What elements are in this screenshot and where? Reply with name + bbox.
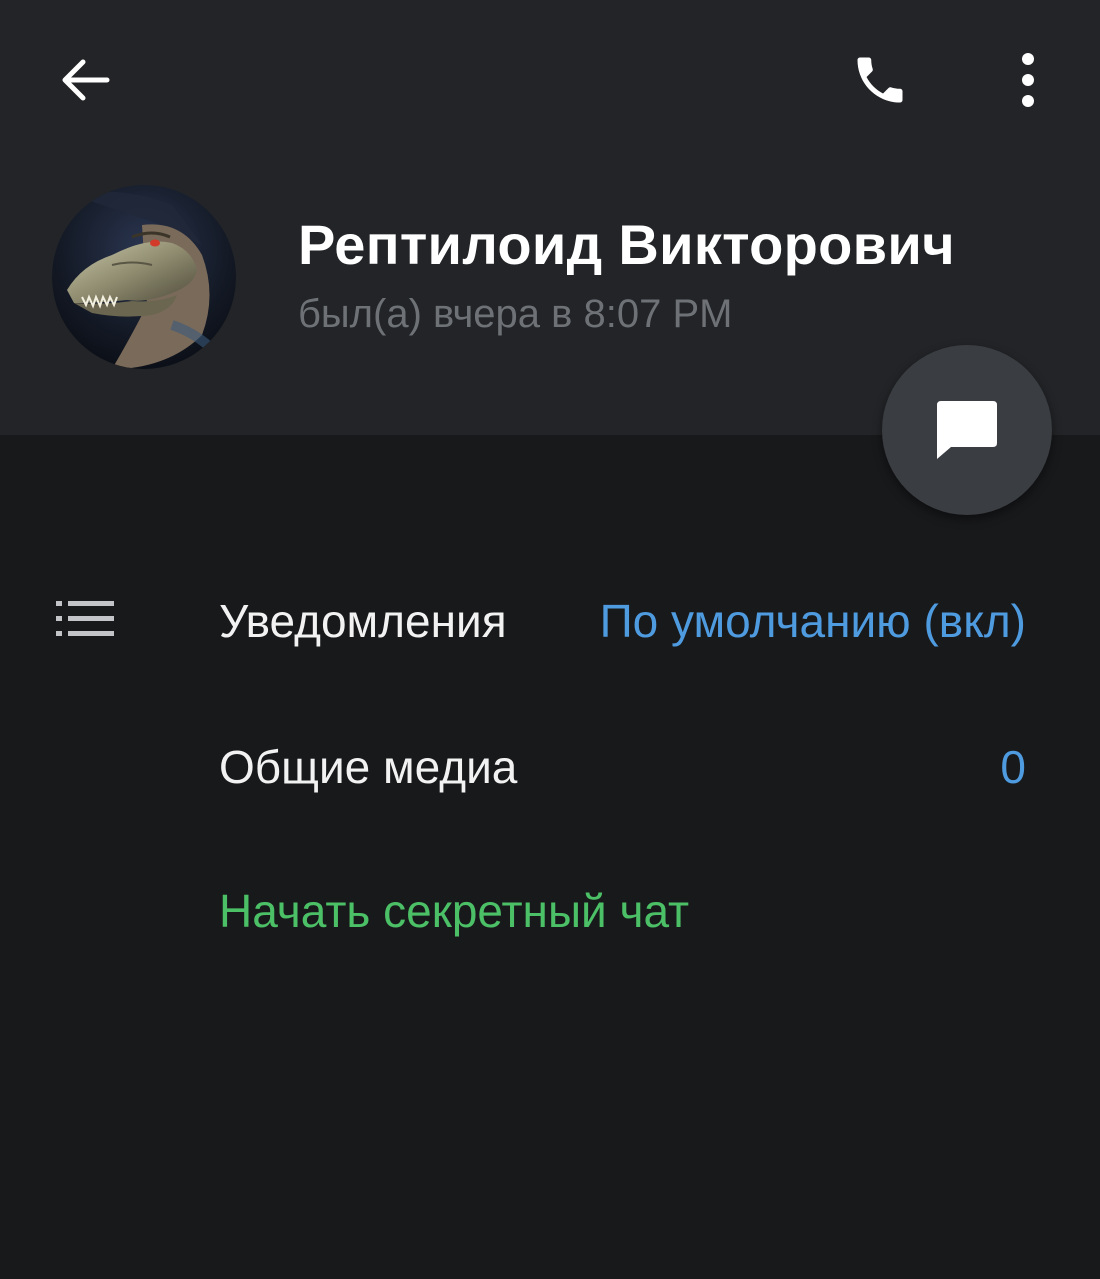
more-options-button[interactable] — [988, 40, 1068, 120]
shared-media-label: Общие медиа — [219, 741, 518, 793]
more-vertical-icon — [1022, 53, 1034, 107]
call-button[interactable] — [835, 40, 925, 120]
notifications-row[interactable]: Уведомления По умолчанию (вкл) — [0, 550, 1100, 690]
shared-media-count: 0 — [1000, 741, 1026, 793]
notifications-label: Уведомления — [219, 595, 507, 647]
secret-chat-row[interactable]: Начать секретный чат — [0, 842, 1100, 982]
phone-icon — [857, 57, 903, 103]
start-secret-chat-label: Начать секретный чат — [219, 885, 690, 937]
last-seen-status: был(а) вчера в 8:07 PM — [298, 292, 733, 336]
profile-screen: Рептилоид Викторович был(а) вчера в 8:07… — [0, 0, 1100, 1279]
arrow-left-icon — [62, 59, 110, 101]
shared-media-row[interactable]: Общие медиа 0 — [0, 696, 1100, 836]
contact-name: Рептилоид Викторович — [298, 213, 955, 276]
avatar[interactable] — [52, 185, 236, 369]
send-message-button[interactable] — [882, 345, 1052, 515]
back-button[interactable] — [40, 40, 130, 120]
list-icon — [56, 601, 114, 636]
message-icon — [937, 401, 997, 459]
dinosaur-avatar-image — [52, 185, 236, 369]
notifications-value: По умолчанию (вкл) — [599, 595, 1026, 647]
